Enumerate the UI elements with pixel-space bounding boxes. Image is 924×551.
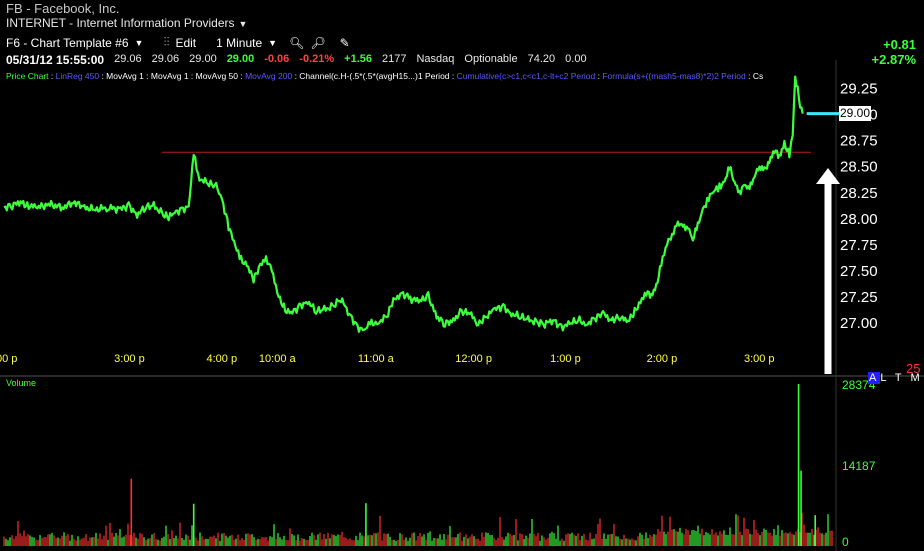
y-tick-label: 28.00 (840, 211, 878, 228)
y-tick-label: 27.50 (840, 263, 878, 280)
x-tick-label: 11:00 a (358, 353, 395, 365)
y-tick-label: 27.75 (840, 237, 878, 254)
x-tick-label: 10:00 a (259, 353, 297, 365)
x-tick-label: 12:00 p (455, 353, 492, 365)
x-tick-label: 4:00 p (206, 353, 237, 365)
volume-tick-label: 14187 (842, 459, 876, 473)
x-tick-label: 2:00 p (647, 353, 678, 365)
x-tick-label: 00 p (0, 353, 17, 365)
volume-pane-title: Volume (6, 378, 37, 388)
y-tick-label: 29.25 (840, 81, 878, 98)
y-tick-label: 28.50 (840, 159, 878, 176)
price-chart[interactable]: 29.25 29.00 28.75 28.50 28.25 28.00 27.75 27.50… (0, 0, 924, 551)
y-tick-label: 27.00 (840, 315, 878, 332)
x-tick-label: 1:00 p (550, 353, 581, 365)
y-tick-label: 28.25 (840, 185, 878, 202)
mode-a-toggle[interactable]: A (868, 372, 881, 384)
volume-side-value: 25 (906, 361, 921, 376)
price-series-line (3, 75, 804, 333)
x-tick-label: 3:00 p (744, 353, 775, 365)
y-tick-label: 28.75 (840, 133, 878, 150)
x-tick-label: 3:00 p (114, 353, 145, 365)
current-price-tag: 29.00 (839, 106, 871, 121)
volume-tick-label: 0 (842, 535, 849, 549)
y-tick-label: 27.25 (840, 289, 878, 306)
